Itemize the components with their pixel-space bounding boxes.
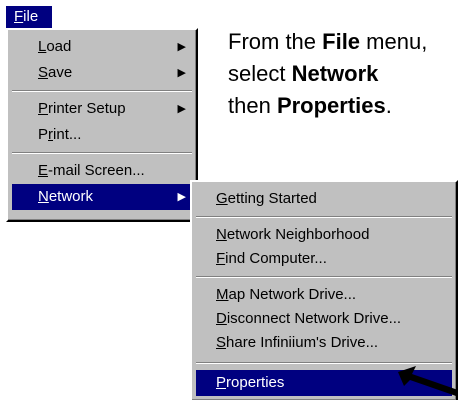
menu-item-label: ap Network Drive... — [228, 286, 357, 303]
caption-text: menu, — [360, 29, 428, 54]
menu-item-label: etting Started — [227, 190, 317, 207]
menu-separator — [196, 216, 452, 218]
caption-line-3: then Properties. — [228, 90, 462, 122]
mouse-pointer-icon — [398, 366, 458, 396]
submenu-arrow-icon: ▶ — [177, 191, 186, 203]
submenu-arrow-icon: ▶ — [177, 103, 186, 115]
file-menu-title-rest: ile — [23, 8, 39, 25]
caption-emphasis: Network — [291, 61, 379, 86]
menu-item-map-network-drive[interactable]: Map Network Drive... — [196, 282, 452, 308]
menu-item-accel: G — [216, 190, 228, 207]
menu-separator — [12, 152, 192, 154]
menu-item-accel: N — [216, 226, 227, 243]
menu-item-accel: E — [38, 162, 49, 179]
caption-text: From the — [228, 29, 323, 54]
menu-item-accel: P — [216, 374, 227, 391]
menu-item-accel: N — [38, 188, 49, 205]
submenu-arrow-icon: ▶ — [177, 41, 186, 53]
menu-item-share-drive[interactable]: Share Infiniium's Drive... — [196, 330, 452, 356]
menu-item-label: etwork — [48, 188, 94, 205]
menu-separator — [196, 276, 452, 278]
menu-item-accel: S — [38, 64, 49, 81]
instruction-caption: From the File menu, select Network then … — [228, 26, 462, 122]
file-menu-title-accel: F — [14, 8, 24, 25]
menu-item-accel: D — [216, 310, 227, 327]
caption-line-2: select Network — [228, 58, 462, 90]
menu-item-printer-setup[interactable]: Printer Setup ▶ — [12, 96, 192, 122]
menu-item-label: rinter Setup — [48, 100, 126, 117]
caption-text: then — [228, 93, 277, 118]
menu-item-accel: F — [216, 250, 226, 267]
menu-item-network[interactable]: Network ▶ — [12, 184, 192, 210]
caption-emphasis: File — [322, 29, 361, 54]
submenu-arrow-icon: ▶ — [177, 67, 186, 79]
caption-emphasis: Properties — [276, 93, 386, 118]
menu-item-label: roperties — [226, 374, 285, 391]
menu-item-label: isconnect Network Drive... — [226, 310, 402, 327]
menu-item-label: ind Computer... — [225, 250, 327, 267]
menu-item-label: oad — [46, 38, 72, 55]
menu-item-print[interactable]: Print... — [12, 122, 192, 148]
menu-item-label: int... — [53, 126, 82, 143]
caption-text: select — [228, 61, 292, 86]
menu-item-disconnect-network-drive[interactable]: Disconnect Network Drive... — [196, 306, 452, 332]
menu-item-getting-started[interactable]: Getting Started — [196, 186, 452, 212]
menu-item-prefix: P — [38, 126, 49, 143]
menu-item-label: ave — [48, 64, 73, 81]
menu-item-label: etwork Neighborhood — [226, 226, 370, 243]
menu-item-network-neighborhood[interactable]: Network Neighborhood — [196, 222, 452, 248]
menu-separator — [12, 90, 192, 92]
menu-item-find-computer[interactable]: Find Computer... — [196, 246, 452, 272]
menu-item-load[interactable]: Load ▶ — [12, 34, 192, 60]
file-menu-title[interactable]: File — [6, 6, 52, 28]
caption-line-1: From the File menu, — [228, 26, 462, 58]
menu-item-label: -mail Screen... — [48, 162, 145, 179]
menu-item-email-screen[interactable]: E-mail Screen... — [12, 158, 192, 184]
menu-item-label: hare Infiniium's Drive... — [226, 334, 379, 351]
menu-item-accel: S — [216, 334, 227, 351]
caption-text: . — [385, 93, 392, 118]
menu-item-accel: P — [38, 100, 49, 117]
file-menu: Load ▶ Save ▶ Printer Setup ▶ Print... E… — [6, 28, 198, 222]
menu-item-accel: M — [216, 286, 229, 303]
menu-item-save[interactable]: Save ▶ — [12, 60, 192, 86]
